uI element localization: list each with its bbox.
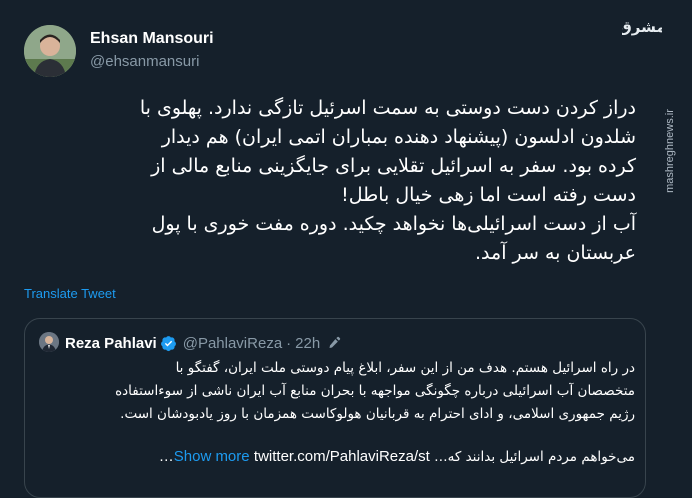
quoted-author-handle[interactable]: @PahlaviReza — [183, 335, 282, 352]
quoted-tweet-time[interactable]: 22h — [295, 335, 320, 352]
translate-tweet-link[interactable]: Translate Tweet — [24, 286, 116, 301]
watermark-url: mashreghnews.ir — [661, 46, 679, 256]
quoted-tweet[interactable]: Reza Pahlavi @PahlaviReza · 22h در راه ا… — [24, 318, 646, 498]
edit-pencil-icon — [329, 336, 341, 348]
mashregh-logo: مشرق — [618, 6, 665, 48]
watermark-url-text: mashreghnews.ir — [664, 109, 676, 193]
tweet-card: Ehsan Mansouri @ehsanmansuri مشرق mashre… — [0, 0, 692, 498]
author-handle[interactable]: @ehsanmansuri — [90, 53, 199, 70]
author-avatar[interactable] — [24, 25, 76, 77]
header-separator: · — [286, 334, 292, 352]
quoted-author-avatar[interactable] — [39, 332, 59, 352]
show-more-link[interactable]: Show more — [174, 448, 250, 465]
quoted-tweet-last-line: می‌خواهم مردم اسرائیل بدانند که… Show mo… — [39, 447, 635, 467]
quoted-author-name[interactable]: Reza Pahlavi — [65, 335, 157, 352]
tweet-text: دراز کردن دست دوستی به سمت اسرئیل تازگی … — [139, 97, 636, 264]
quoted-tweet-text: در راه اسرائیل هستم. هدف من از این سفر، … — [115, 360, 635, 422]
quoted-tweet-header: Reza Pahlavi @PahlaviReza · 22h — [65, 333, 342, 353]
quoted-tweet-truncated-text: می‌خواهم مردم اسرائیل بدانند که… — [434, 449, 635, 465]
user-photo-avatar-icon — [24, 25, 76, 77]
mashregh-logo-text: مشرق — [622, 18, 662, 36]
verified-badge-icon — [160, 335, 176, 351]
user-photo-avatar-icon — [39, 332, 59, 352]
author-name[interactable]: Ehsan Mansouri — [90, 30, 214, 48]
